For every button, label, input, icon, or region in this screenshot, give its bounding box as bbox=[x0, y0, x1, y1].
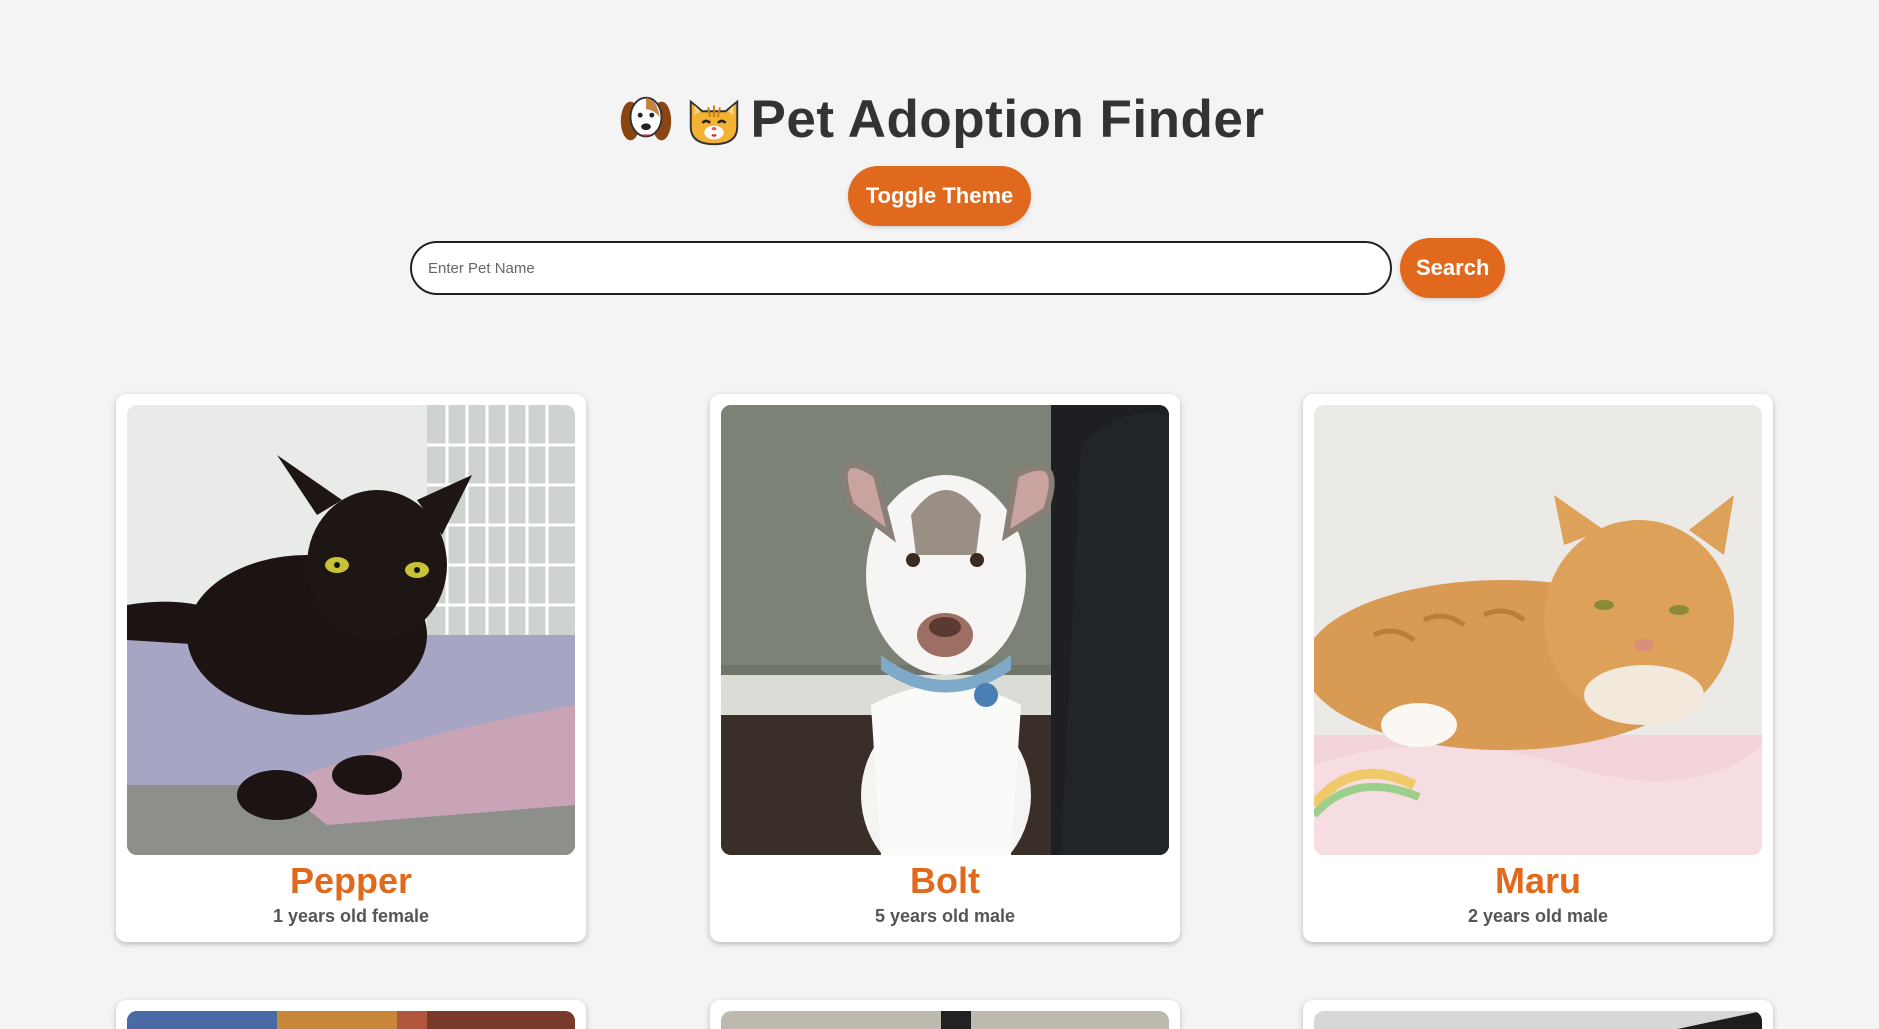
pet-card[interactable]: Bolt 5 years old male bbox=[710, 394, 1180, 942]
search-bar: Search bbox=[410, 238, 1506, 298]
toggle-theme-button[interactable]: Toggle Theme bbox=[847, 166, 1032, 226]
pet-info: 1 years old female bbox=[272, 906, 430, 926]
pet-name-search-input[interactable] bbox=[410, 241, 1392, 295]
black-cat-photo bbox=[127, 405, 575, 855]
cat-face-icon bbox=[683, 88, 745, 150]
pet-card[interactable]: Maru 2 years old male bbox=[1303, 394, 1773, 942]
pet-photo bbox=[721, 1011, 1169, 1029]
pet-name: Bolt bbox=[910, 860, 980, 901]
orange-cat-photo bbox=[1314, 405, 1762, 855]
app-root: Pet Adoption Finder Toggle Theme Search bbox=[0, 0, 1879, 1029]
pet-card[interactable]: Pepper 1 years old female bbox=[116, 394, 586, 942]
page-header: Pet Adoption Finder bbox=[0, 88, 1879, 150]
white-puppy-photo bbox=[721, 405, 1169, 855]
pet-name: Maru bbox=[1494, 860, 1581, 901]
pet-info: 2 years old male bbox=[1467, 906, 1609, 926]
pet-photo bbox=[1314, 1011, 1762, 1029]
theme-toggle-row: Toggle Theme bbox=[0, 166, 1879, 226]
page-title: Pet Adoption Finder bbox=[750, 89, 1265, 149]
search-button[interactable]: Search bbox=[1400, 238, 1506, 298]
pet-info: 5 years old male bbox=[874, 906, 1016, 926]
dog-face-icon bbox=[615, 88, 677, 150]
pet-photo bbox=[127, 1011, 575, 1029]
pet-card[interactable] bbox=[116, 1000, 586, 1029]
pet-card[interactable] bbox=[710, 1000, 1180, 1029]
pet-name: Pepper bbox=[289, 860, 413, 901]
pet-card[interactable] bbox=[1303, 1000, 1773, 1029]
